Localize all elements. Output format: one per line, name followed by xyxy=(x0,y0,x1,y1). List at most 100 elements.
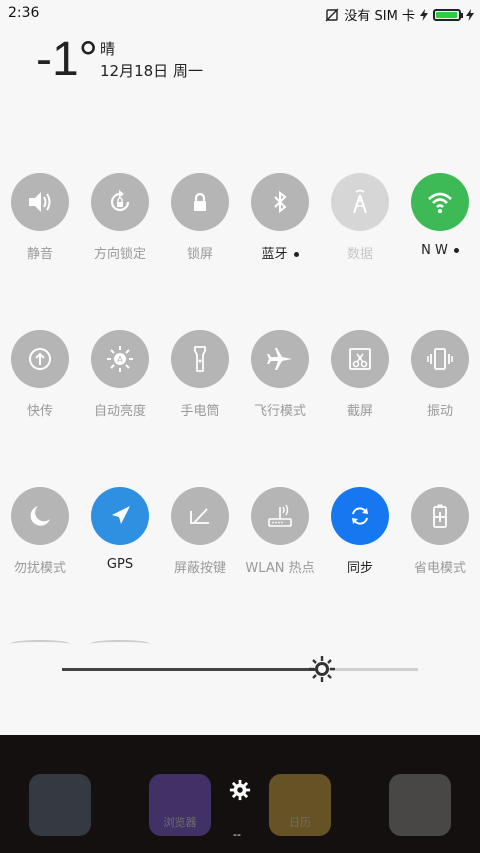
tile-label: 飞行模式 xyxy=(253,404,306,419)
tile-auto-brightness[interactable]: A 自动亮度 xyxy=(80,330,160,419)
charging-icon xyxy=(466,8,474,21)
more-dot xyxy=(453,248,459,253)
tile-dnd-button[interactable] xyxy=(11,487,69,545)
tile-block-keys-button[interactable] xyxy=(171,487,229,545)
speaker-icon xyxy=(29,192,51,212)
calendar-icon: 日历 xyxy=(269,774,331,836)
auto-brightness-icon: A xyxy=(107,346,133,372)
tile-wifi[interactable]: N W xyxy=(400,173,480,258)
tile-label-wrap: 蓝牙 xyxy=(240,243,320,262)
settings-gear-icon[interactable] xyxy=(229,779,251,801)
tile-block-keys[interactable]: 屏蔽按键 xyxy=(160,487,240,576)
tile-battery-saver[interactable]: 省电模式 xyxy=(400,487,480,576)
no-sim-icon xyxy=(325,8,339,21)
tile-flashlight[interactable]: 手电筒 xyxy=(160,330,240,419)
cell-tower-icon xyxy=(353,189,367,214)
tile-mobile-data-button[interactable] xyxy=(331,173,389,231)
tile-hotspot-button[interactable] xyxy=(251,487,309,545)
tile-label: N W xyxy=(421,243,448,258)
tile-hotspot[interactable]: WLAN 热点 xyxy=(240,487,320,576)
tile-label: 锁屏 xyxy=(186,247,213,262)
quick-transfer-icon xyxy=(29,348,51,370)
tile-wifi-button[interactable] xyxy=(411,173,469,231)
moon-icon xyxy=(30,506,50,526)
camera-icon xyxy=(389,774,451,836)
tile-mute-button[interactable] xyxy=(11,173,69,231)
tile-label: 静音 xyxy=(26,247,53,262)
tile-airplane[interactable]: 飞行模式 xyxy=(240,330,320,419)
tile-quick-transfer[interactable]: 快传 xyxy=(0,330,80,419)
tile-airplane-button[interactable] xyxy=(251,330,309,388)
tile-rotation-lock-button[interactable] xyxy=(91,173,149,231)
screenshot-icon xyxy=(349,348,371,370)
status-time: 2:36 xyxy=(8,5,40,21)
tile-gps-button[interactable] xyxy=(91,487,149,545)
tile-label: 自动亮度 xyxy=(93,404,146,419)
vibrate-icon xyxy=(427,348,453,370)
browser-icon: 浏览器 xyxy=(149,774,211,836)
hotspot-icon xyxy=(268,504,292,527)
tile-bluetooth[interactable]: 蓝牙 xyxy=(240,173,320,262)
tile-label: 同步 xyxy=(346,561,373,576)
tile-label-wrap: N W xyxy=(400,243,480,258)
status-right: 没有 SIM 卡 xyxy=(325,5,474,24)
tile-label: 手电筒 xyxy=(180,404,220,419)
gps-icon xyxy=(112,506,130,524)
partial-tile-hint xyxy=(10,640,70,648)
tile-label: 屏蔽按键 xyxy=(173,561,226,576)
lock-icon xyxy=(194,192,206,211)
tile-label: 蓝牙 xyxy=(261,247,288,262)
tile-lock-screen[interactable]: 锁屏 xyxy=(160,173,240,262)
tile-auto-brightness-button[interactable]: A xyxy=(91,330,149,388)
tile-screenshot[interactable]: 截屏 xyxy=(320,330,400,419)
slider-filled xyxy=(62,668,322,671)
weather-condition: 晴 xyxy=(100,40,116,58)
tile-label: GPS xyxy=(106,557,134,572)
tile-vibrate[interactable]: 振动 xyxy=(400,330,480,419)
tile-sync[interactable]: 同步 xyxy=(320,487,400,576)
tile-dnd[interactable]: 勿扰模式 xyxy=(0,487,80,576)
brightness-slider[interactable] xyxy=(62,656,418,682)
charging-icon xyxy=(420,8,428,21)
flashlight-icon xyxy=(194,346,206,372)
partial-tile-hint xyxy=(90,640,150,648)
page-indicator: -- xyxy=(233,828,241,841)
tile-label: 省电模式 xyxy=(413,561,466,576)
block-keys-icon xyxy=(190,508,209,524)
tile-screenshot-button[interactable] xyxy=(331,330,389,388)
svg-text:A: A xyxy=(117,355,123,364)
app-icon xyxy=(29,774,91,836)
sim-status-text: 没有 SIM 卡 xyxy=(344,9,415,24)
tile-label: 方向锁定 xyxy=(93,247,146,262)
tile-label: 截屏 xyxy=(346,404,373,419)
weather-date: 12月18日 周一 xyxy=(100,62,203,80)
tile-quick-transfer-button[interactable] xyxy=(11,330,69,388)
sync-icon xyxy=(352,507,368,525)
dock-label: 日历 xyxy=(289,816,311,829)
rotation-lock-icon xyxy=(110,190,130,212)
battery-icon xyxy=(433,8,463,21)
tile-battery-saver-button[interactable] xyxy=(411,487,469,545)
battery-fill xyxy=(436,11,457,18)
tile-label: 振动 xyxy=(426,404,453,419)
tile-vibrate-button[interactable] xyxy=(411,330,469,388)
tile-bluetooth-button[interactable] xyxy=(251,173,309,231)
wifi-icon xyxy=(428,192,452,213)
battery-saver-icon xyxy=(433,504,447,528)
tile-flashlight-button[interactable] xyxy=(171,330,229,388)
dock-label: 浏览器 xyxy=(163,816,197,829)
tile-rotation-lock[interactable]: 方向锁定 xyxy=(80,173,160,262)
temperature: -1° xyxy=(36,33,98,86)
tile-mute[interactable]: 静音 xyxy=(0,173,80,262)
tile-label: WLAN 热点 xyxy=(245,561,315,576)
tile-mobile-data[interactable]: 数据 xyxy=(320,173,400,262)
tile-label: 勿扰模式 xyxy=(13,561,66,576)
tile-gps[interactable]: GPS xyxy=(80,487,160,572)
brightness-sun-icon[interactable] xyxy=(307,654,337,684)
status-bar: 2:36 没有 SIM 卡 xyxy=(0,0,480,28)
tile-lock-screen-button[interactable] xyxy=(171,173,229,231)
tile-label: 数据 xyxy=(346,247,373,262)
tile-sync-button[interactable] xyxy=(331,487,389,545)
more-dot xyxy=(293,252,299,257)
airplane-icon xyxy=(267,348,292,370)
